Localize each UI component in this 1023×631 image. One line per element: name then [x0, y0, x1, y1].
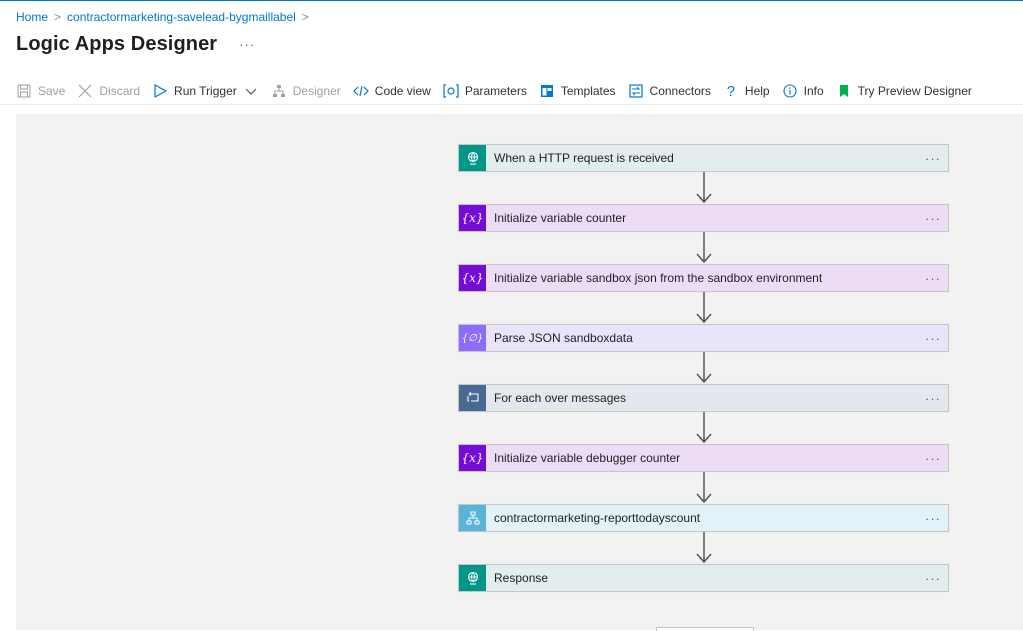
help-button[interactable]: ? Help	[717, 78, 776, 104]
more-options-icon[interactable]: ···	[918, 391, 948, 406]
step-label: Initialize variable sandbox json from th…	[494, 271, 823, 285]
run-trigger-label: Run Trigger	[174, 84, 237, 98]
play-icon	[152, 83, 168, 99]
code-view-label: Code view	[374, 84, 431, 98]
workflow-icon	[459, 505, 486, 531]
discard-button[interactable]: Discard	[71, 78, 146, 104]
parameters-button[interactable]: Parameters	[437, 78, 533, 104]
variable-icon: {x}	[459, 205, 486, 231]
step-card-child-workflow[interactable]: contractormarketing-reporttodayscount ··…	[458, 504, 949, 532]
variable-icon: {x}	[459, 265, 486, 291]
code-icon	[352, 83, 369, 99]
step-label: Initialize variable debugger counter	[494, 451, 681, 465]
connector-arrow	[696, 292, 712, 324]
step-card-http-request[interactable]: When a HTTP request is received ···	[458, 144, 949, 172]
foreach-loop-icon	[459, 385, 486, 411]
info-icon	[782, 83, 798, 99]
templates-button[interactable]: Templates	[533, 78, 622, 104]
connector-arrow	[696, 412, 712, 444]
connector-arrow	[696, 352, 712, 384]
info-button[interactable]: Info	[776, 78, 830, 104]
step-label: When a HTTP request is received	[494, 151, 674, 165]
step-label: Initialize variable counter	[494, 211, 627, 225]
more-options-icon[interactable]: ···	[918, 151, 948, 166]
save-button[interactable]: Save	[10, 78, 71, 104]
step-card-init-variable-sandbox-json[interactable]: {x} Initialize variable sandbox json fro…	[458, 264, 949, 292]
step-label: Response	[494, 571, 549, 585]
connector-arrow	[696, 172, 712, 204]
try-preview-designer-button[interactable]: Try Preview Designer	[830, 78, 978, 104]
step-label: contractormarketing-reporttodayscount	[494, 511, 701, 525]
try-preview-designer-label: Try Preview Designer	[857, 84, 972, 98]
parameters-icon	[443, 83, 459, 99]
parameters-label: Parameters	[464, 84, 527, 98]
designer-button[interactable]: Designer	[265, 78, 347, 104]
info-label: Info	[803, 84, 824, 98]
step-label: For each over messages	[494, 391, 627, 405]
more-options-icon[interactable]: ···	[918, 271, 948, 286]
more-options-icon[interactable]: ···	[918, 331, 948, 346]
step-label: Parse JSON sandboxdata	[494, 331, 633, 345]
chevron-right-icon: >	[301, 10, 309, 24]
discard-label: Discard	[99, 84, 141, 98]
top-accent-line	[0, 0, 1023, 1]
breadcrumb-home-link[interactable]: Home	[16, 10, 48, 24]
parse-json-icon: {∅}	[459, 325, 486, 351]
chevron-down-icon	[243, 83, 259, 99]
run-trigger-button[interactable]: Run Trigger	[146, 78, 265, 104]
http-globe-icon	[459, 565, 486, 591]
chevron-right-icon: >	[54, 10, 62, 24]
toolbar-divider	[0, 104, 1023, 105]
templates-icon	[539, 83, 555, 99]
step-card-for-each[interactable]: For each over messages ···	[458, 384, 949, 412]
connectors-icon	[628, 83, 644, 99]
breadcrumb-current-link[interactable]: contractormarketing-savelead-bygmaillabe…	[67, 10, 296, 24]
more-options-icon[interactable]: ···	[918, 451, 948, 466]
http-globe-icon	[459, 145, 486, 171]
more-options-icon[interactable]: ···	[918, 511, 948, 526]
question-mark-icon: ?	[726, 82, 736, 100]
step-card-parse-json[interactable]: {∅} Parse JSON sandboxdata ···	[458, 324, 949, 352]
connectors-button[interactable]: Connectors	[622, 78, 717, 104]
toolbar: Save Discard Run Trigger Designer Code v…	[10, 78, 978, 104]
title-row: Logic Apps Designer ···	[16, 33, 255, 56]
variable-icon: {x}	[459, 445, 486, 471]
connector-arrow	[696, 472, 712, 504]
templates-label: Templates	[560, 84, 616, 98]
close-icon	[77, 83, 93, 99]
step-card-init-variable-debugger-counter[interactable]: {x} Initialize variable debugger counter…	[458, 444, 949, 472]
designer-canvas[interactable]: When a HTTP request is received ··· {x} …	[16, 114, 1023, 631]
more-options-icon[interactable]: ···	[918, 211, 948, 226]
step-card-init-variable-counter[interactable]: {x} Initialize variable counter ···	[458, 204, 949, 232]
connectors-label: Connectors	[649, 84, 711, 98]
page-title: Logic Apps Designer	[16, 33, 218, 55]
designer-icon	[271, 83, 287, 99]
designer-label: Designer	[292, 84, 341, 98]
step-card-response[interactable]: Response ···	[458, 564, 949, 592]
flag-icon	[836, 83, 852, 99]
more-options-icon[interactable]: ···	[239, 37, 255, 52]
connector-arrow	[696, 532, 712, 564]
new-step-button[interactable]	[656, 627, 754, 631]
breadcrumb: Home > contractormarketing-savelead-bygm…	[16, 10, 309, 24]
help-label: Help	[744, 84, 770, 98]
more-options-icon[interactable]: ···	[918, 571, 948, 586]
connector-arrow	[696, 232, 712, 264]
code-view-button[interactable]: Code view	[347, 78, 437, 104]
save-icon	[16, 83, 32, 99]
save-label: Save	[38, 84, 66, 98]
